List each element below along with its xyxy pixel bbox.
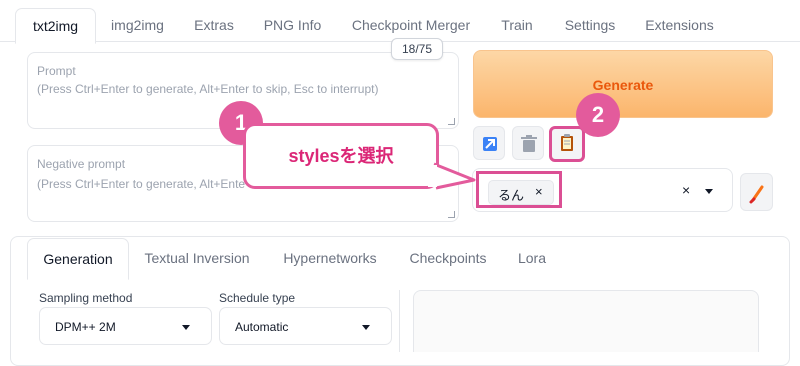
tab-textual-inversion[interactable]: Textual Inversion [136, 238, 258, 278]
resize-handle-icon[interactable] [448, 118, 455, 125]
schedule-type-value: Automatic [235, 320, 289, 334]
tab-hypernetworks[interactable]: Hypernetworks [271, 238, 389, 278]
tab-checkpoint-merger[interactable]: Checkpoint Merger [340, 8, 482, 42]
tab-png-info[interactable]: PNG Info [255, 8, 330, 42]
tab-train[interactable]: Train [492, 8, 542, 42]
schedule-type-select[interactable]: Automatic [219, 307, 392, 345]
prompt-label: Prompt [37, 64, 76, 78]
divider [399, 290, 400, 352]
negative-prompt-placeholder: (Press Ctrl+Enter to generate, Alt+Ente [37, 177, 246, 191]
negative-prompt-label: Negative prompt [37, 157, 126, 171]
generate-button[interactable]: Generate [473, 50, 773, 118]
chevron-down-icon [362, 325, 370, 330]
tab-generation[interactable]: Generation [27, 238, 129, 280]
tab-checkpoints[interactable]: Checkpoints [401, 238, 495, 278]
annotation-step-2: 2 [576, 93, 620, 137]
trash-icon [521, 135, 537, 152]
clipboard-icon [561, 134, 573, 151]
annotation-pointer [428, 162, 476, 190]
sampling-method-label: Sampling method [39, 291, 133, 305]
tab-extensions[interactable]: Extensions [636, 8, 723, 42]
clear-styles-icon[interactable]: × [682, 182, 690, 198]
tab-settings[interactable]: Settings [555, 8, 625, 42]
style-chip: るん × [488, 180, 554, 205]
tab-extras[interactable]: Extras [186, 8, 242, 42]
selected-style-chip-highlight: るん × [476, 171, 562, 208]
image-output-area [413, 290, 759, 352]
schedule-type-label: Schedule type [219, 291, 296, 305]
resize-handle-icon[interactable] [448, 211, 455, 218]
annotation-bubble: stylesを選択 [243, 123, 439, 189]
send-to-button[interactable] [473, 126, 505, 160]
token-counter: 18/75 [391, 38, 443, 60]
tab-img2img[interactable]: img2img [101, 8, 174, 42]
tab-lora[interactable]: Lora [508, 238, 556, 278]
prompt-placeholder: (Press Ctrl+Enter to generate, Alt+Enter… [37, 82, 379, 96]
style-chip-label: るん [498, 188, 525, 203]
top-tab-bar: txt2img img2img Extras PNG Info Checkpoi… [0, 8, 800, 44]
chevron-down-icon [182, 325, 190, 330]
sampling-method-select[interactable]: DPM++ 2M [39, 307, 212, 345]
edit-styles-button[interactable] [740, 173, 773, 211]
sampling-method-value: DPM++ 2M [55, 320, 116, 334]
paintbrush-icon [749, 185, 764, 204]
remove-style-icon[interactable]: × [535, 184, 543, 199]
chevron-down-icon[interactable] [705, 189, 713, 194]
trash-button[interactable] [512, 126, 544, 160]
apply-styles-button[interactable] [549, 126, 585, 162]
send-to-icon [483, 137, 497, 151]
tab-txt2img[interactable]: txt2img [15, 8, 96, 44]
